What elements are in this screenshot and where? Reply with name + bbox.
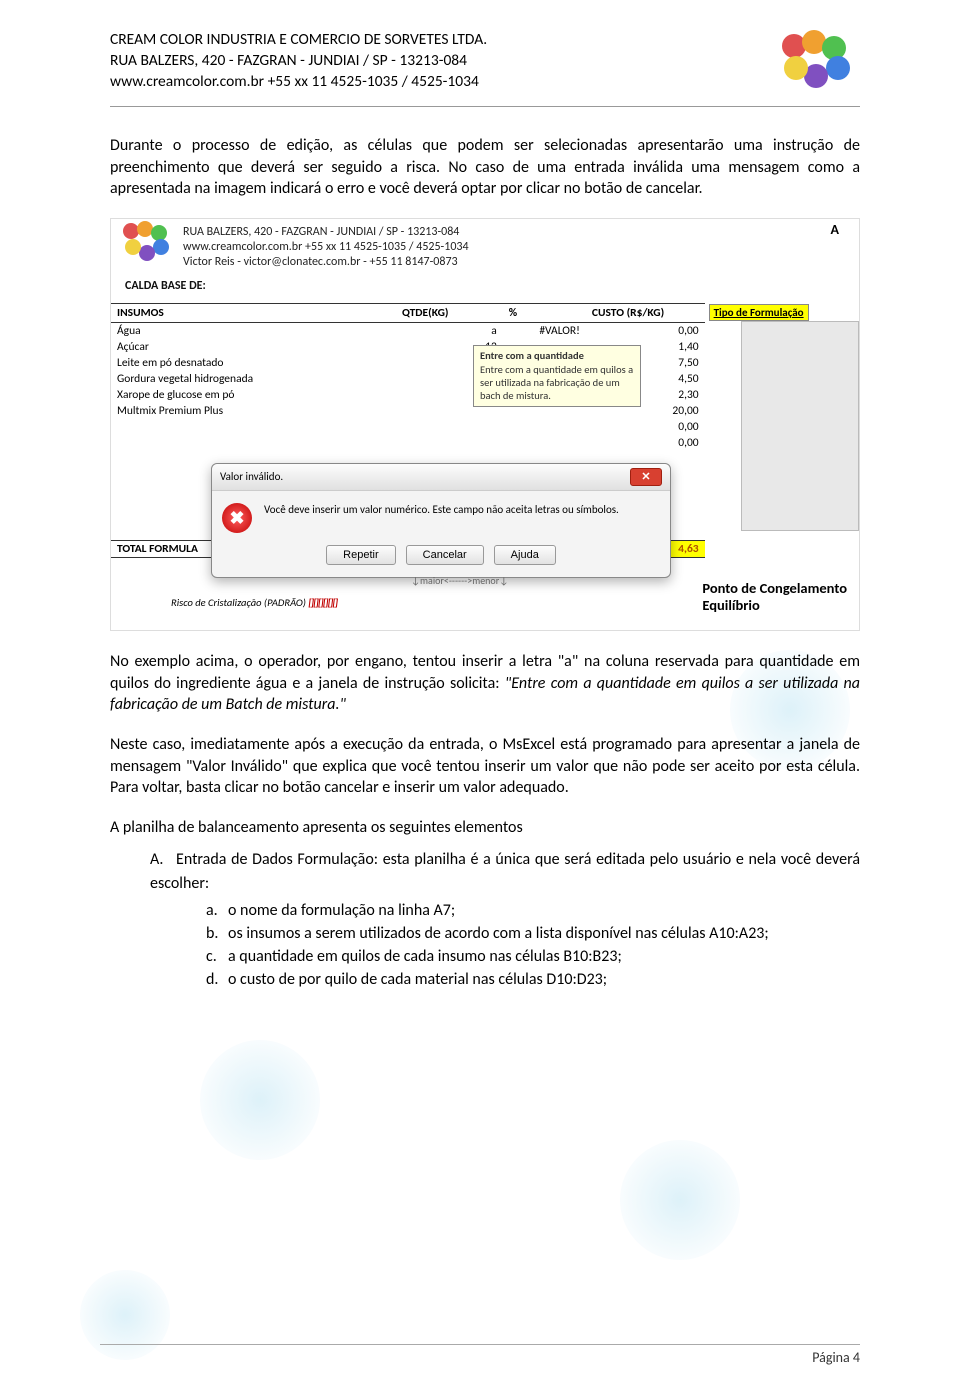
embedded-screenshot: RUA BALZERS, 420 - FAZGRAN - JUNDIAI / S…	[110, 218, 860, 632]
header-company: CREAM COLOR INDUSTRIA E COMERCIO DE SORV…	[110, 30, 487, 51]
quantity-tooltip: Entre com a quantidade Entre com a quant…	[473, 345, 641, 407]
invalid-value-dialog: Valor inválido. ✕ ✖ Você deve inserir um…	[211, 463, 671, 578]
page-footer: Página 4	[100, 1344, 860, 1366]
repetir-button[interactable]: Repetir	[326, 545, 395, 565]
ajuda-button[interactable]: Ajuda	[494, 545, 556, 565]
ponto-congelamento: Ponto de Congelamento Equilíbrio	[702, 580, 847, 615]
page-header: CREAM COLOR INDUSTRIA E COMERCIO DE SORV…	[110, 30, 860, 107]
ss-hdr-line3: Victor Reis - victor@clonatec.com.br - +…	[183, 255, 845, 270]
sub-item-a: a.o nome da formulação na linha A7;	[206, 899, 860, 922]
header-text-block: CREAM COLOR INDUSTRIA E COMERCIO DE SORV…	[110, 30, 487, 93]
ss-hdr-line1: RUA BALZERS, 420 - FAZGRAN - JUNDIAI / S…	[183, 225, 845, 240]
list-item-A: A.Entrada de Dados Formulação: esta plan…	[150, 848, 860, 894]
cancelar-button[interactable]: Cancelar	[406, 545, 484, 565]
dialog-message: Você deve inserir um valor numérico. Est…	[264, 503, 619, 516]
ss-marker-a: A	[831, 221, 839, 238]
ss-hdr-line2: www.creamcolor.com.br +55 xx 11 4525-103…	[183, 240, 845, 255]
calda-label: CALDA BASE DE:	[111, 279, 859, 293]
sub-item-c: c.a quantidade em quilos de cada insumo …	[206, 945, 860, 968]
header-address: RUA BALZERS, 420 - FAZGRAN - JUNDIAI / S…	[110, 51, 487, 72]
ss-table-wrap: INSUMOS QTDE(KG) % CUSTO (R$/KG) Tipo de…	[111, 303, 859, 559]
sub-item-b: b.os insumos a serem utilizados de acord…	[206, 922, 860, 945]
risco-boxes-icon: [][][][][][]	[308, 596, 337, 609]
col-custo: CUSTO (R$/KG)	[586, 303, 705, 322]
sub-item-d: d.o custo de por quilo de cada material …	[206, 968, 860, 991]
tooltip-body: Entre com a quantidade em quilos a ser u…	[480, 364, 634, 402]
col-pct: %	[503, 303, 586, 322]
header-contact: www.creamcolor.com.br +55 xx 11 4525-103…	[110, 72, 487, 93]
dialog-title-text: Valor inválido.	[220, 470, 283, 483]
risco-label: Risco de Cristalização (PADRÃO)	[171, 596, 306, 609]
after-p1: No exemplo acima, o operador, por engano…	[110, 651, 860, 716]
maior-menor-label: ↓maior<------>menor↓	[411, 574, 508, 587]
header-logo-icon	[774, 30, 860, 100]
intro-paragraph: Durante o processo de edição, as células…	[110, 135, 860, 200]
col-tipo: Tipo de Formulação	[705, 303, 859, 322]
col-insumos: INSUMOS	[111, 303, 396, 322]
tooltip-title: Entre com a quantidade	[480, 350, 634, 363]
tipo-formulacao-label: Tipo de Formulação	[709, 304, 809, 321]
ss-logo-icon	[119, 221, 177, 271]
page-number: Página 4	[812, 1349, 860, 1366]
close-icon[interactable]: ✕	[630, 468, 662, 486]
ss-header: RUA BALZERS, 420 - FAZGRAN - JUNDIAI / S…	[111, 219, 859, 277]
tipo-side-panel	[741, 321, 859, 531]
after-p3: A planilha de balanceamento apresenta os…	[110, 817, 860, 839]
error-icon: ✖	[222, 503, 252, 533]
col-qtde: QTDE(KG)	[396, 303, 503, 322]
after-p2: Neste caso, imediatamente após a execuçã…	[110, 734, 860, 799]
list-block: A.Entrada de Dados Formulação: esta plan…	[110, 848, 860, 991]
